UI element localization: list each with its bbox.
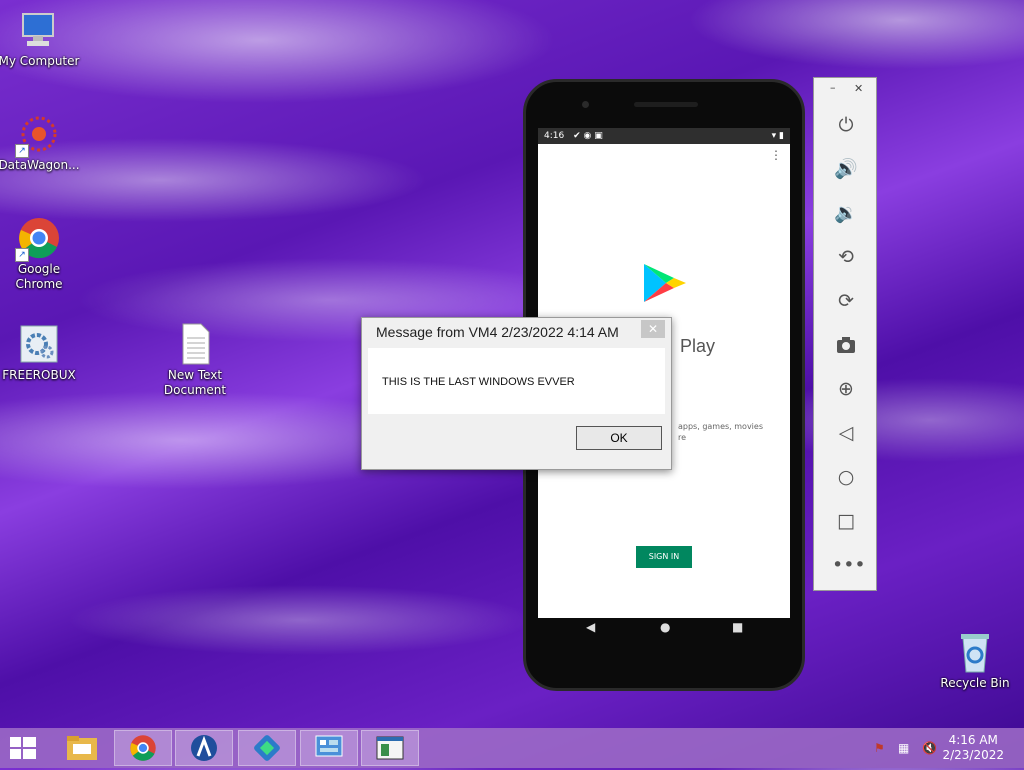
power-icon[interactable]: ⏻ [832,111,860,139]
shortcut-arrow-icon: ↗ [15,144,29,158]
windows-logo-icon [10,737,36,759]
app-description: apps, games, movies [678,422,763,431]
toolbar-window-controls: – ✕ [814,78,876,102]
volume-down-icon[interactable]: 🔉 [832,199,860,227]
taskbar: ⚑ ▦ 🔇 4:16 AM 2/23/2022 [0,728,1024,768]
taskbar-android-studio[interactable] [175,730,233,766]
taskbar-control-panel[interactable] [300,730,358,766]
taskbar-chrome[interactable] [114,730,172,766]
datawagon-icon: ↗ [15,112,61,158]
taskbar-file-explorer[interactable] [54,730,112,766]
notification-icons: ✔ ◉ ▣ [573,131,603,141]
phone-nav-bar: ◀ ● ■ [526,620,802,644]
clock-date: 2/23/2022 [942,748,1004,762]
volume-muted-icon[interactable]: 🔇 [922,741,937,755]
nav-back-icon[interactable]: ◀ [586,620,595,634]
sign-in-button[interactable]: SIGN IN [636,546,692,568]
battery-icon: ▾ ▮ [771,131,784,141]
emulator-icon [254,735,280,761]
earpiece-speaker [634,102,698,107]
overview-icon[interactable]: □ [832,507,860,535]
dialog-message: THIS IS THE LAST WINDOWS EVVER [382,376,575,388]
desktop-icon-label: FREEROBUX [2,368,76,382]
emulator-toolbar: – ✕ ⏻ 🔊 🔉 ⟲ ⟳ ⊕ ◁ ○ □ ••• [813,77,877,591]
desktop-icon-label: Google Chrome [15,262,63,291]
android-studio-icon [191,735,217,761]
more-icon[interactable]: ••• [832,551,866,579]
dialog-close-icon[interactable]: ✕ [641,320,665,338]
shortcut-arrow-icon: ↗ [15,248,29,262]
app-title: Play [680,336,716,356]
desktop-icon-new-text-document[interactable]: New Text Document [153,322,237,398]
close-icon[interactable]: ✕ [854,82,863,95]
camera-icon[interactable] [832,331,860,359]
desktop-icon-label: New Text Document [163,368,227,397]
desktop-icon-label: Recycle Bin [940,676,1010,690]
volume-up-icon[interactable]: 🔊 [832,155,860,183]
desktop-icon-my-computer[interactable]: My Computer [0,8,81,69]
taskbar-emulator[interactable] [238,730,296,766]
status-bar: 4:16 ✔ ◉ ▣ ▾ ▮ [538,128,790,144]
front-camera [582,101,589,108]
desktop-icon-label: DataWagon... [0,158,80,172]
ok-button[interactable]: OK [576,426,662,450]
minimize-icon[interactable]: – [830,81,836,94]
taskbar-clock[interactable]: 4:16 AM 2/23/2022 [942,733,1004,763]
dialog-body: THIS IS THE LAST WINDOWS EVVER [368,348,665,414]
zoom-icon[interactable]: ⊕ [832,375,860,403]
app-description-2: re [678,433,687,442]
home-icon[interactable]: ○ [832,463,860,491]
taskbar-notepad-window[interactable] [361,730,419,766]
nav-home-icon[interactable]: ● [660,620,670,634]
dialog-title: Message from VM4 2/23/2022 4:14 AM [376,324,619,340]
folder-icon [67,736,97,760]
back-icon[interactable]: ◁ [832,419,860,447]
rotate-right-icon[interactable]: ⟳ [832,287,860,315]
settings-file-icon [17,322,61,366]
computer-icon [17,8,61,52]
chrome-icon [130,735,156,761]
action-center-flag-icon[interactable]: ⚑ [874,741,885,755]
desktop-icon-datawagon[interactable]: ↗ DataWagon... [0,112,81,173]
network-icon[interactable]: ▦ [898,741,909,755]
desktop-icon-recycle-bin[interactable]: Recycle Bin [933,630,1017,691]
rotate-left-icon[interactable]: ⟲ [832,243,860,271]
window-icon [376,736,404,760]
nav-overview-icon[interactable]: ■ [732,620,743,634]
start-button[interactable] [10,737,36,763]
play-store-logo-icon [642,262,688,308]
overflow-menu-icon[interactable]: ⋮ [770,148,782,162]
desktop-icon-google-chrome[interactable]: ↗ Google Chrome [0,216,81,292]
chrome-icon: ↗ [15,216,61,262]
recycle-bin-icon [953,630,997,674]
desktop-icon-label: My Computer [0,54,80,68]
text-document-icon [173,322,217,366]
message-dialog: Message from VM4 2/23/2022 4:14 AM ✕ THI… [361,317,672,470]
desktop-icon-freerobux[interactable]: FREEROBUX [0,322,81,383]
status-time: 4:16 [544,131,565,141]
clock-time: 4:16 AM [948,733,998,747]
control-panel-icon [315,735,343,757]
